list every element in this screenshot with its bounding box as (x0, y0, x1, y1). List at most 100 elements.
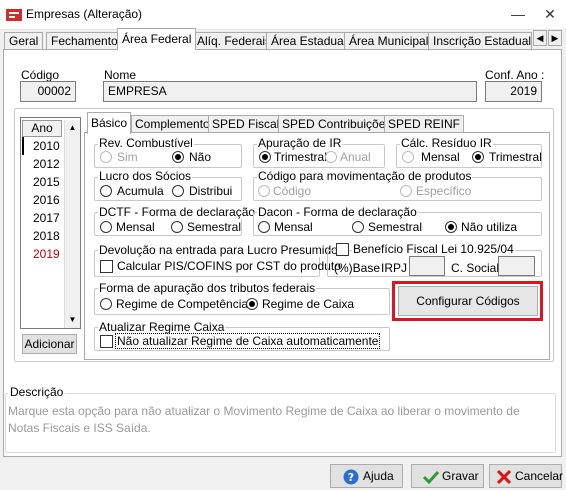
rev-combustivel-title: Rev. Combustível (98, 136, 194, 150)
ajuda-button[interactable]: ? Ajuda (330, 464, 403, 488)
tab-label: Geral (9, 34, 39, 48)
radio-mov-especifico[interactable] (400, 185, 412, 197)
tab-label: Área Municipal (349, 34, 429, 48)
tab-geral[interactable]: Geral (4, 32, 44, 49)
dacon-title: Dacon - Forma de declaração (257, 205, 418, 219)
radio-dacon-mensal[interactable] (258, 221, 270, 233)
title-bar: Empresas (Alteração) — ✕ (0, 0, 566, 30)
year-item[interactable]: 2017 (33, 211, 60, 225)
tab-label: Básico (91, 116, 128, 130)
nome-field[interactable]: EMPRESA (103, 81, 477, 102)
codigo-mov-title: Código para movimentação de produtos (257, 169, 473, 183)
devolucao-title: Devolução na entrada para Lucro Presumid… (98, 243, 339, 257)
radio-label: Regime de Competência (116, 297, 249, 311)
tab-label: SPED Fiscal (212, 117, 280, 131)
year-list-scrollbar[interactable]: ▲ ▼ (64, 120, 80, 328)
tab-area-federal[interactable]: Área Federal (117, 28, 197, 50)
dctf-title: DCTF - Forma de declaração (98, 205, 257, 219)
csocial-field[interactable] (498, 256, 535, 276)
app-icon (6, 9, 22, 21)
cancelar-label: Cancelar (515, 469, 564, 483)
irpj-label: IRPJ (381, 261, 408, 275)
ajuda-label: Ajuda (363, 469, 394, 483)
year-list[interactable]: Ano 2010 2012 2015 2016 2017 2018 2019 ▲… (20, 117, 81, 329)
help-icon: ? (343, 469, 359, 485)
tab-scroll-left-button[interactable]: ◀ (533, 30, 547, 46)
csocial-label: C. Social (451, 261, 500, 275)
tab-area-estadual[interactable]: Área Estadual (266, 32, 352, 49)
arrow-right-icon: ▶ (551, 33, 559, 43)
tab-scroll-right-button[interactable]: ▶ (548, 30, 562, 46)
scroll-up-icon[interactable]: ▲ (65, 120, 80, 135)
year-item[interactable]: 2016 (33, 193, 60, 207)
radio-lucro-acumula[interactable] (100, 185, 112, 197)
calc-residuo-title: Cálc. Resíduo IR (400, 136, 493, 150)
radio-label: Anual (340, 150, 371, 164)
inner-tab-sped-reinf[interactable]: SPED REINF (384, 115, 465, 133)
radio-dot-icon (475, 154, 481, 160)
inner-tab-basico[interactable]: Básico (87, 112, 132, 134)
radio-dot-icon (448, 224, 454, 230)
close-button[interactable]: ✕ (534, 0, 566, 30)
inner-tab-sped-contribuicoes[interactable]: SPED Contribuições (278, 115, 396, 133)
radio-regime-competencia[interactable] (100, 298, 112, 310)
tab-inscricao-estadual[interactable]: Inscrição Estadual S (428, 32, 532, 49)
radio-dot-icon (249, 301, 255, 307)
nome-label: Nome (104, 68, 137, 82)
radio-regime-caixa[interactable] (246, 298, 258, 310)
tab-label: SPED REINF (388, 117, 461, 131)
year-item[interactable]: 2018 (33, 229, 60, 243)
adicionar-label: Adicionar (24, 337, 75, 351)
tab-fechamento[interactable]: Fechamento (46, 32, 123, 49)
radio-dot-icon (262, 154, 268, 160)
irpj-field[interactable] (409, 256, 445, 276)
forma-apuracao-title: Forma de apuração dos tributos federais (98, 281, 317, 295)
radio-label: Acumula (117, 184, 164, 198)
codigo-field[interactable]: 00002 (20, 81, 76, 102)
year-item[interactable]: 2010 (33, 139, 60, 153)
radio-label: Distribui (189, 184, 233, 198)
tab-area-municipal[interactable]: Área Municipal (344, 32, 434, 49)
tab-label: Fechamento (51, 34, 118, 48)
radio-dctf-semestral[interactable] (171, 221, 183, 233)
radio-dacon-semestral[interactable] (352, 221, 364, 233)
checkbox-label: Benefício Fiscal Lei 10.925/04 (352, 242, 515, 256)
radio-dctf-mensal[interactable] (100, 221, 112, 233)
nao-atualizar-regime-checkbox[interactable] (100, 335, 113, 348)
codigo-label: Código (21, 68, 60, 82)
radio-dacon-nao-utiliza[interactable] (445, 221, 457, 233)
minimize-button[interactable]: — (502, 0, 534, 30)
beneficio-fiscal-checkbox[interactable] (336, 243, 349, 256)
descricao-title: Descrição (8, 385, 66, 399)
cancelar-button[interactable]: Cancelar (489, 464, 564, 488)
radio-residuo-mensal[interactable] (402, 151, 414, 163)
checkbox-label: Calcular PIS/COFINS por CST do produto (117, 259, 341, 273)
radio-label: Mensal (116, 220, 155, 234)
radio-lucro-distribui[interactable] (172, 185, 184, 197)
conf-ano-field[interactable]: 2019 (485, 81, 542, 102)
gravar-button[interactable]: Gravar (411, 464, 484, 488)
radio-residuo-trimestral[interactable] (472, 151, 484, 163)
year-item[interactable]: 2012 (33, 157, 60, 171)
radio-label: Mensal (274, 220, 313, 234)
radio-rev-sim[interactable] (100, 151, 112, 163)
radio-apuracao-trimestral[interactable] (259, 151, 271, 163)
inner-tab-sped-fiscal[interactable]: SPED Fiscal (208, 115, 284, 133)
scroll-down-icon[interactable]: ▼ (65, 312, 80, 327)
atualizar-regime-title: Atualizar Regime Caixa (98, 320, 226, 334)
radio-label: Semestral (368, 220, 423, 234)
inner-tab-complemento[interactable]: Complemento (131, 115, 214, 133)
radio-rev-nao[interactable] (172, 151, 184, 163)
calcular-pis-cofins-checkbox[interactable] (100, 260, 113, 273)
configurar-codigos-button[interactable]: Configurar Códigos (398, 286, 538, 316)
radio-apuracao-anual[interactable] (325, 151, 337, 163)
tab-aliq-federais[interactable]: Alíq. Federais (192, 32, 277, 49)
apuracao-ir-title: Apuração de IR (257, 136, 343, 150)
adicionar-button[interactable]: Adicionar (22, 334, 77, 354)
base-label: (%)Base (334, 261, 381, 275)
radio-label: Específico (416, 184, 472, 198)
cancel-x-icon (496, 469, 512, 485)
year-item-selected[interactable]: 2019 (33, 247, 60, 261)
radio-mov-codigo[interactable] (258, 185, 270, 197)
year-item[interactable]: 2015 (33, 175, 60, 189)
